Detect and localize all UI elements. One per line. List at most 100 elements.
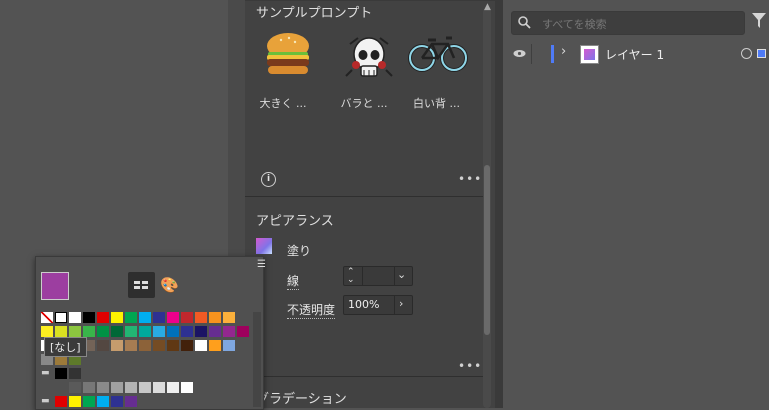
panel-gutter: [495, 0, 503, 408]
swatch[interactable]: [139, 312, 151, 323]
swatch[interactable]: [167, 382, 179, 393]
swatch[interactable]: [69, 368, 81, 379]
swatch[interactable]: [83, 312, 95, 323]
swatch[interactable]: [139, 340, 151, 351]
swatch[interactable]: [195, 312, 207, 323]
swatch[interactable]: [153, 382, 165, 393]
swatch-grid-icon[interactable]: [128, 272, 155, 298]
scrollbar-thumb[interactable]: [484, 165, 490, 335]
swatch[interactable]: [125, 396, 137, 407]
swatch[interactable]: [55, 326, 67, 337]
swatch[interactable]: [83, 396, 95, 407]
swatch[interactable]: [223, 326, 235, 337]
swatch[interactable]: [125, 382, 137, 393]
properties-panel: サンプルプロンプト 大きく ... バラと ... 白い背 ... i ••• …: [245, 0, 495, 408]
swatch[interactable]: [181, 382, 193, 393]
swatch[interactable]: [223, 312, 235, 323]
fill-label: 塗り: [287, 244, 312, 258]
swatch-registration[interactable]: [55, 312, 67, 323]
layer-name[interactable]: レイヤー 1: [605, 46, 664, 63]
swatch[interactable]: [111, 382, 123, 393]
swatch[interactable]: [125, 340, 137, 351]
swatch[interactable]: [97, 326, 109, 337]
divider: [245, 0, 495, 1]
swatch[interactable]: [83, 382, 95, 393]
menu-icon[interactable]: ☰: [257, 259, 266, 270]
swatch[interactable]: [97, 396, 109, 407]
swatch[interactable]: [125, 312, 137, 323]
swatch[interactable]: [139, 326, 151, 337]
more-icon[interactable]: •••: [458, 172, 482, 186]
swatch[interactable]: [55, 396, 67, 407]
swatch[interactable]: [167, 340, 179, 351]
swatch[interactable]: [181, 340, 193, 351]
swatch[interactable]: [69, 312, 81, 323]
sample-card-bicycle[interactable]: 白い背 ...: [398, 30, 478, 111]
filter-icon[interactable]: [752, 13, 766, 29]
swatch[interactable]: [195, 340, 207, 351]
swatch[interactable]: [167, 312, 179, 323]
swatch[interactable]: [139, 382, 151, 393]
layer-search[interactable]: すべてを検索: [511, 11, 745, 35]
swatch[interactable]: [195, 326, 207, 337]
stroke-weight-field[interactable]: ⌃ ⌄ ⌄: [343, 266, 413, 286]
swatch[interactable]: [111, 326, 123, 337]
opacity-value[interactable]: 100%: [348, 298, 379, 311]
sample-card-label: 白い背 ...: [413, 97, 460, 110]
chevron-right-icon[interactable]: ›: [561, 44, 566, 59]
swatch-none[interactable]: [41, 312, 53, 323]
swatch[interactable]: [111, 340, 123, 351]
swatch[interactable]: [55, 368, 67, 379]
swatch[interactable]: [237, 326, 249, 337]
appearance-title: アピアランス: [256, 214, 334, 229]
selection-indicator[interactable]: [757, 49, 766, 58]
stepper-icon[interactable]: ⌃ ⌄: [347, 268, 355, 285]
more-icon[interactable]: •••: [458, 359, 482, 373]
target-icon[interactable]: [741, 48, 752, 59]
swatch-scrollbar[interactable]: [253, 312, 261, 407]
stroke-label[interactable]: 線: [287, 272, 300, 290]
divider: [531, 44, 532, 64]
eye-icon[interactable]: [513, 49, 526, 58]
swatch[interactable]: [111, 312, 123, 323]
opacity-field[interactable]: 100% ›: [343, 295, 413, 315]
swatch[interactable]: [153, 340, 165, 351]
swatch[interactable]: [97, 382, 109, 393]
sample-prompts-title: サンプルプロンプト: [256, 6, 373, 21]
swatch[interactable]: [97, 312, 109, 323]
opacity-label[interactable]: 不透明度: [287, 301, 336, 319]
divider: [245, 376, 483, 377]
swatch[interactable]: [209, 312, 221, 323]
swatch[interactable]: [69, 326, 81, 337]
swatch[interactable]: [125, 326, 137, 337]
layer-row[interactable]: › レイヤー 1: [503, 42, 769, 66]
swatch-library-icon[interactable]: 🎨: [160, 276, 179, 294]
sample-card-burger[interactable]: 大きく ...: [248, 30, 328, 111]
chevron-right-icon[interactable]: ›: [399, 297, 403, 310]
swatch[interactable]: [209, 340, 221, 351]
search-icon: [518, 16, 531, 29]
swatch[interactable]: [181, 326, 193, 337]
layer-color-bar: [551, 45, 554, 63]
bicycle-icon: [408, 36, 468, 72]
swatch[interactable]: [153, 312, 165, 323]
current-fill-swatch[interactable]: [41, 272, 69, 300]
fill-swatch[interactable]: [256, 238, 272, 254]
swatch[interactable]: [167, 326, 179, 337]
chevron-down-icon[interactable]: ⌄: [397, 268, 406, 281]
swatch[interactable]: [69, 396, 81, 407]
swatch[interactable]: [69, 382, 81, 393]
search-input[interactable]: すべてを検索: [542, 16, 607, 32]
swatch[interactable]: [209, 326, 221, 337]
scroll-up-icon[interactable]: ▲: [484, 2, 491, 12]
swatch[interactable]: [181, 312, 193, 323]
swatch[interactable]: [111, 396, 123, 407]
swatch[interactable]: [41, 326, 53, 337]
swatch[interactable]: [97, 340, 109, 351]
swatch[interactable]: [83, 326, 95, 337]
info-icon[interactable]: i: [261, 172, 276, 187]
swatch[interactable]: [153, 326, 165, 337]
swatch[interactable]: [223, 340, 235, 351]
layer-thumbnail: [580, 45, 599, 64]
folder-icon: ▬: [41, 396, 50, 406]
